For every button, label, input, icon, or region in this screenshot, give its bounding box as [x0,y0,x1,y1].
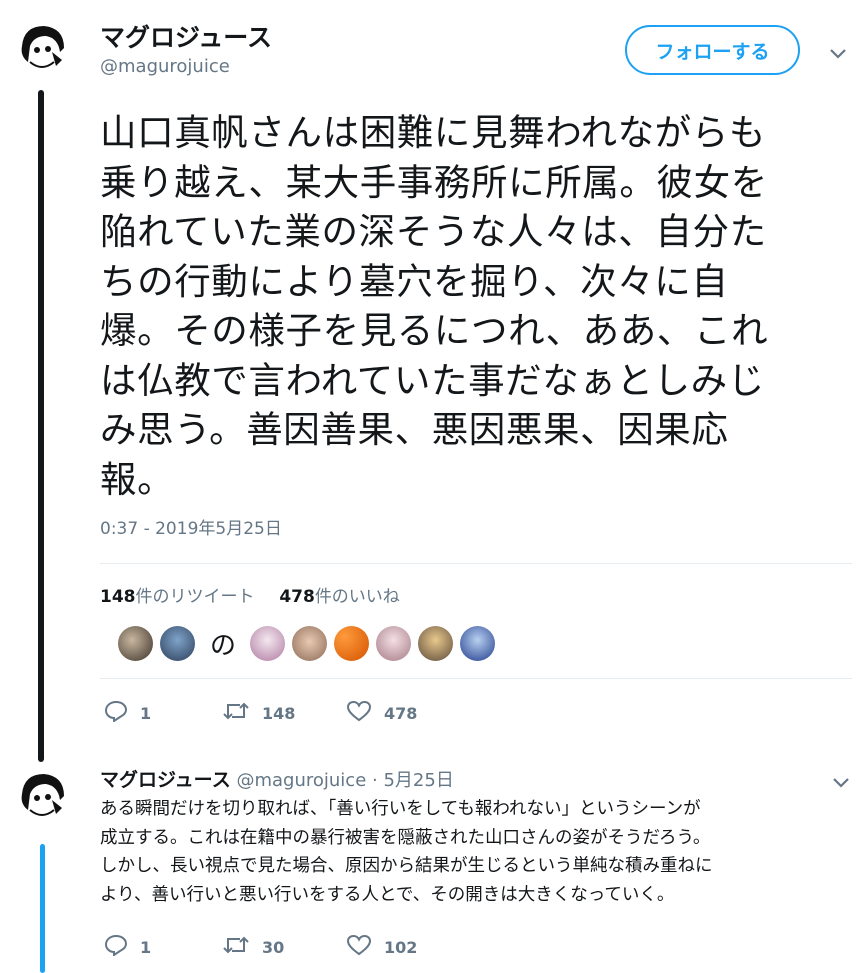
reply-button[interactable]: 1 [104,934,222,960]
chevron-down-icon[interactable] [832,774,850,788]
liker-separator: の [210,630,237,661]
follow-button-label: フォローする [655,40,770,63]
reply-count: 1 [140,937,152,957]
reply-header: マグロジュース @magurojuice · 5月25日 [100,765,454,792]
reply-date[interactable]: 5月25日 [383,770,453,791]
tweet-text-line: は仏教で言われていた事だなぁとしみじ [100,358,765,402]
reply-icon [104,700,140,726]
reply-icon [104,934,140,960]
reply-separator: · [372,770,378,791]
liker-avatar[interactable] [376,625,412,661]
like-count: 478 [384,703,418,723]
author-name[interactable]: マグロジュース [100,18,272,54]
retweet-count: 148 [262,703,296,723]
retweet-stat-label: 件のリツイート [135,587,255,607]
retweet-button[interactable]: 148 [222,701,346,725]
thread-line-dark [38,90,44,762]
reply-text: ある瞬間だけを切り取れば、「善い行いをしても報われない」というシーンが 成立する… [100,795,860,909]
tweet-text-line: 陥れていた業の深そうな人々は、自分た [100,210,767,253]
reply-actions: 1 30 102 [104,934,417,960]
retweet-icon [222,935,262,959]
liker-avatar[interactable] [460,625,496,661]
liker-avatar[interactable] [334,625,370,661]
like-button[interactable]: 102 [346,934,417,960]
tweet-text-line: 山口真帆さんは困難に見舞われながらも [100,111,766,154]
heart-icon [346,934,384,960]
reply-text-line: しかし、長い視点で見た場合、原因から結果が生じるという単純な積み重ねに [100,856,713,876]
retweet-count: 148 [100,587,136,607]
like-button[interactable]: 478 [346,700,417,726]
liker-avatar[interactable] [292,625,328,661]
retweet-count: 30 [262,937,285,957]
liker-avatar[interactable] [418,625,454,661]
tweet-text-line: 報。 [100,457,175,501]
divider [100,678,852,679]
tweet-text-line: ちの行動により墓穴を掘り、次々に自 [100,259,729,303]
retweet-icon [222,701,262,725]
reply-author-handle[interactable]: @magurojuice [236,770,366,791]
reply-text-line: より、善い行いと悪い行いをする人とで、その開きは大きくなっていく。 [100,884,675,905]
like-stat[interactable]: 478件のいいね [279,587,400,607]
reply-count: 1 [140,703,152,723]
tweet-text-line: み思う。善因善果、悪因悪果、因果応 [100,408,729,451]
avatar[interactable] [16,770,68,822]
reply-text-line: 成立する。これは在籍中の暴行被害を隠蔽された山口さんの姿がそうだろう。 [100,827,711,848]
retweet-stat[interactable]: 148件のリツイート [100,587,255,607]
liker-avatars: の [118,624,502,662]
liker-avatar[interactable] [160,625,195,661]
tweet-actions: 1 148 478 [104,700,417,726]
tweet-text: 山口真帆さんは困難に見舞われながらも 乗り越え、某大手事務所に所属。彼女を 陥れ… [100,108,860,504]
thread-line-blue [40,844,45,973]
author-handle[interactable]: @magurojuice [100,56,230,77]
like-stat-label: 件のいいね [314,587,400,607]
like-count: 478 [279,587,315,607]
divider [100,563,852,564]
liker-avatar[interactable] [118,625,153,661]
chevron-down-icon[interactable] [829,45,847,59]
tweet-text-line: 爆。その様子を見るにつれ、ああ、これ [100,309,769,352]
tweet-timestamp[interactable]: 0:37 - 2019年5月25日 [100,514,282,539]
follow-button[interactable]: フォローする [625,25,800,75]
liker-avatar[interactable] [250,625,286,661]
retweet-button[interactable]: 30 [222,935,346,959]
tweet-text-line: 乗り越え、某大手事務所に所属。彼女を [100,160,768,204]
heart-icon [346,700,384,726]
like-count: 102 [384,937,418,957]
avatar[interactable] [16,22,68,74]
reply-button[interactable]: 1 [104,700,222,726]
reply-text-line: ある瞬間だけを切り取れば、「善い行いをしても報われない」というシーンが [100,799,701,819]
reply-author-name[interactable]: マグロジュース [100,769,231,791]
tweet-stats: 148件のリツイート 478件のいいね [100,582,400,607]
